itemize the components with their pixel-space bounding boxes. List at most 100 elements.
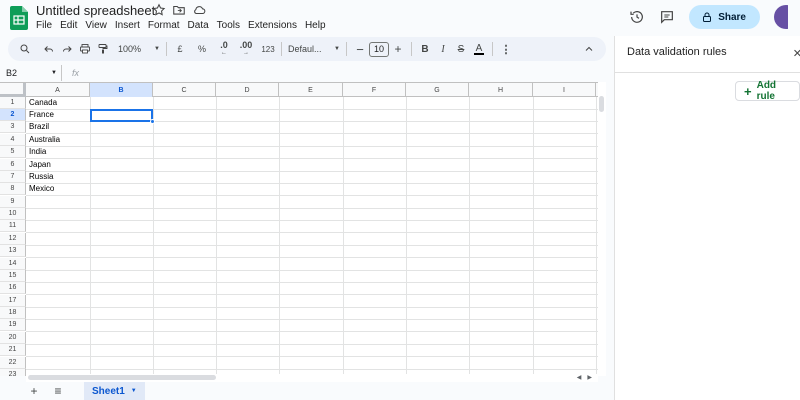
- close-icon[interactable]: ✕: [793, 47, 800, 60]
- cloud-status-icon[interactable]: [192, 3, 206, 17]
- search-menus-button[interactable]: [16, 39, 34, 59]
- row-header-9[interactable]: 9: [0, 196, 26, 208]
- all-sheets-icon[interactable]: ≡: [50, 383, 66, 399]
- row-header-13[interactable]: 13: [0, 245, 26, 257]
- menu-edit[interactable]: Edit: [60, 20, 77, 31]
- row-header-3[interactable]: 3: [0, 121, 26, 133]
- menu-tools[interactable]: Tools: [217, 20, 240, 31]
- column-header-b[interactable]: B: [90, 83, 153, 97]
- row-header-15[interactable]: 15: [0, 270, 26, 282]
- row-header-11[interactable]: 11: [0, 220, 26, 232]
- italic-button[interactable]: I: [434, 39, 452, 59]
- row-header-22[interactable]: 22: [0, 357, 26, 369]
- column-header-i[interactable]: I: [533, 83, 596, 97]
- row-header-12[interactable]: 12: [0, 233, 26, 245]
- comments-icon[interactable]: [659, 9, 675, 25]
- collapse-menus-button[interactable]: [580, 39, 598, 59]
- cell-a1[interactable]: Canada: [29, 97, 57, 109]
- row-header-14[interactable]: 14: [0, 258, 26, 270]
- font-size-input[interactable]: 10: [369, 41, 389, 57]
- format-currency-button[interactable]: £: [171, 39, 189, 59]
- row-header-18[interactable]: 18: [0, 307, 26, 319]
- decrease-font-size-button[interactable]: −: [351, 39, 369, 59]
- horizontal-scroll-thumb[interactable]: [28, 375, 216, 380]
- more-options-button[interactable]: ⋮: [497, 39, 515, 59]
- cell-a7[interactable]: Russia: [29, 171, 53, 183]
- star-icon[interactable]: [152, 3, 166, 17]
- increase-font-size-button[interactable]: +: [389, 39, 407, 59]
- cell-a2[interactable]: France: [29, 109, 54, 121]
- formula-input[interactable]: [79, 65, 606, 81]
- add-rule-button[interactable]: + Add rule: [735, 80, 800, 102]
- strikethrough-button[interactable]: S: [452, 39, 470, 59]
- cell-a4[interactable]: Australia: [29, 134, 60, 146]
- menu-insert[interactable]: Insert: [115, 20, 140, 31]
- chevron-down-icon: ▼: [51, 70, 57, 76]
- increase-decimal-button[interactable]: .00 →: [237, 39, 255, 59]
- menu-file[interactable]: File: [36, 20, 52, 31]
- selected-cell-b2[interactable]: [90, 109, 155, 124]
- row-header-23[interactable]: 23: [0, 369, 26, 376]
- font-value: Defaul...: [288, 44, 322, 54]
- add-sheet-icon[interactable]: +: [26, 383, 42, 399]
- spreadsheet-grid[interactable]: A B C D E F G H I 1 2 3 4 5 6 7 8 9 10 11 12 13 14 15 1…: [0, 82, 598, 376]
- bold-button[interactable]: B: [416, 39, 434, 59]
- document-title[interactable]: Untitled spreadsheet: [36, 3, 155, 18]
- column-header-f[interactable]: F: [343, 83, 406, 97]
- cell-a5[interactable]: India: [29, 146, 46, 158]
- font-select[interactable]: Defaul... ▼: [286, 39, 342, 59]
- paint-format-button[interactable]: [94, 39, 112, 59]
- horizontal-scrollbar[interactable]: ◀ ▶: [26, 374, 598, 382]
- column-header-g[interactable]: G: [406, 83, 469, 97]
- row-header-4[interactable]: 4: [0, 134, 26, 146]
- format-percent-button[interactable]: %: [193, 39, 211, 59]
- undo-button[interactable]: [40, 39, 58, 59]
- fill-handle[interactable]: [150, 119, 155, 124]
- menu-data[interactable]: Data: [188, 20, 209, 31]
- row-header-20[interactable]: 20: [0, 332, 26, 344]
- sheets-logo-icon[interactable]: [10, 6, 28, 30]
- cell-a8[interactable]: Mexico: [29, 183, 54, 195]
- cell-a3[interactable]: Brazil: [29, 121, 49, 133]
- row-header-19[interactable]: 19: [0, 319, 26, 331]
- account-avatar[interactable]: [774, 5, 788, 29]
- row-header-17[interactable]: 17: [0, 295, 26, 307]
- text-color-button[interactable]: A: [470, 39, 488, 59]
- column-header-e[interactable]: E: [279, 83, 343, 97]
- row-header-6[interactable]: 6: [0, 159, 26, 171]
- column-header-a[interactable]: A: [26, 83, 90, 97]
- sheet-tab-sheet1[interactable]: Sheet1 ▼: [84, 382, 145, 400]
- cell-a6[interactable]: Japan: [29, 159, 51, 171]
- row-header-7[interactable]: 7: [0, 171, 26, 183]
- more-formats-button[interactable]: 123: [259, 39, 277, 59]
- menu-format[interactable]: Format: [148, 20, 180, 31]
- row-header-10[interactable]: 10: [0, 208, 26, 220]
- scroll-left-icon[interactable]: ◀: [577, 374, 582, 381]
- row-header-2[interactable]: 2: [0, 109, 26, 121]
- move-folder-icon[interactable]: [172, 3, 186, 17]
- column-header-d[interactable]: D: [216, 83, 279, 97]
- share-button[interactable]: Share: [689, 5, 760, 29]
- chevron-down-icon[interactable]: ▼: [131, 388, 137, 394]
- redo-button[interactable]: [58, 39, 76, 59]
- print-button[interactable]: [76, 39, 94, 59]
- row-header-16[interactable]: 16: [0, 282, 26, 294]
- menu-view[interactable]: View: [85, 20, 107, 31]
- zoom-select[interactable]: 100% ▼: [116, 39, 162, 59]
- vertical-scroll-thumb[interactable]: [599, 96, 604, 112]
- name-box[interactable]: B2 ▼: [0, 65, 62, 81]
- row-header-5[interactable]: 5: [0, 146, 26, 158]
- select-all-corner[interactable]: [0, 83, 26, 97]
- row-header-1[interactable]: 1: [0, 97, 26, 109]
- version-history-icon[interactable]: [629, 9, 645, 25]
- text-color-swatch: [474, 52, 484, 55]
- column-header-c[interactable]: C: [153, 83, 216, 97]
- column-header-h[interactable]: H: [469, 83, 533, 97]
- menu-help[interactable]: Help: [305, 20, 326, 31]
- vertical-scrollbar[interactable]: [598, 82, 606, 376]
- scroll-right-icon[interactable]: ▶: [587, 374, 592, 381]
- row-header-21[interactable]: 21: [0, 344, 26, 356]
- menu-extensions[interactable]: Extensions: [248, 20, 297, 31]
- row-header-8[interactable]: 8: [0, 183, 26, 195]
- decrease-decimal-button[interactable]: .0 ←: [215, 39, 233, 59]
